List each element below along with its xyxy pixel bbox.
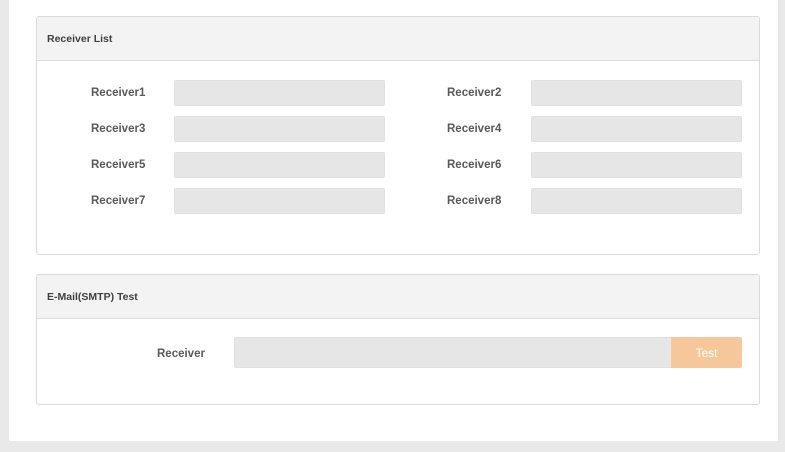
- receiver2-label: Receiver2: [447, 87, 502, 99]
- receiver6-input[interactable]: [531, 152, 742, 178]
- receiver2-input[interactable]: [531, 80, 742, 106]
- receiver5-label: Receiver5: [91, 159, 146, 171]
- test-receiver-input[interactable]: [234, 337, 672, 368]
- receiver5-input[interactable]: [174, 152, 385, 178]
- receiver4-input[interactable]: [531, 116, 742, 142]
- receiver6-label: Receiver6: [447, 159, 502, 171]
- settings-page: Receiver List Receiver1 Receiver2 Receiv…: [9, 0, 778, 441]
- receiver4-label: Receiver4: [447, 123, 502, 135]
- receiver-list-header: Receiver List: [37, 17, 759, 61]
- receiver-list-title: Receiver List: [47, 32, 113, 45]
- receiver1-input[interactable]: [174, 80, 385, 106]
- smtp-test-panel: E-Mail(SMTP) Test Receiver Test: [36, 274, 760, 405]
- smtp-test-header: E-Mail(SMTP) Test: [37, 275, 759, 319]
- receiver8-label: Receiver8: [447, 195, 502, 207]
- receiver8-input[interactable]: [531, 188, 742, 214]
- smtp-test-title: E-Mail(SMTP) Test: [47, 290, 138, 303]
- receiver-list-panel: Receiver List Receiver1 Receiver2 Receiv…: [36, 16, 760, 255]
- receiver7-input[interactable]: [174, 188, 385, 214]
- receiver3-input[interactable]: [174, 116, 385, 142]
- receiver3-label: Receiver3: [91, 123, 146, 135]
- receiver7-label: Receiver7: [91, 195, 146, 207]
- test-button[interactable]: Test: [671, 337, 742, 368]
- receiver1-label: Receiver1: [91, 87, 146, 99]
- test-receiver-label: Receiver: [157, 348, 205, 360]
